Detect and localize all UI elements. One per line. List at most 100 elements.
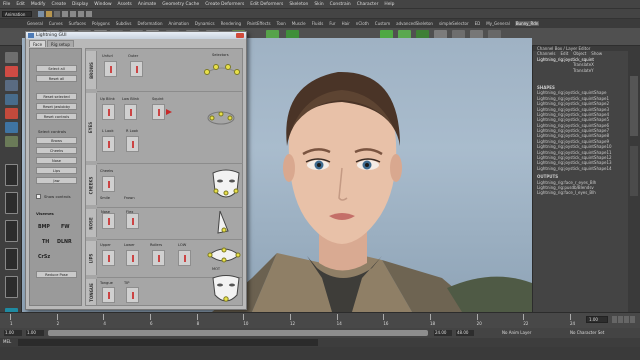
nose-selector[interactable] (212, 209, 234, 237)
menu-item[interactable]: File (3, 2, 10, 7)
menu-object[interactable]: Object (573, 51, 586, 56)
jaw-mask-selector[interactable] (210, 275, 242, 305)
snap-point-icon[interactable] (86, 11, 92, 17)
select-lips-button[interactable]: Lips (36, 167, 77, 174)
shelf-tab[interactable]: nCloth (355, 21, 370, 26)
low-slider[interactable] (178, 250, 191, 266)
menu-item[interactable]: Create (51, 2, 66, 7)
shelf-tab[interactable]: Dynamics (194, 21, 216, 26)
shelf-tab[interactable]: simpleSelector (438, 21, 470, 26)
channel-box-side-tab[interactable] (630, 76, 638, 136)
menu-item[interactable]: Assets (118, 2, 132, 7)
menu-item[interactable]: Animate (138, 2, 156, 7)
shelf-tab[interactable]: PaintEffects (246, 21, 272, 26)
start-time-field[interactable]: 1.00 (4, 330, 22, 336)
menu-item[interactable]: Modify (31, 2, 46, 7)
shelf-tab[interactable]: Rendering (220, 21, 242, 26)
shelf-tab[interactable]: My_General (485, 21, 511, 26)
reset-selected-button[interactable]: Reset selected (36, 93, 77, 100)
shelf-tab[interactable]: Fluids (311, 21, 325, 26)
menu-item[interactable]: Skeleton (289, 2, 308, 7)
menu-item[interactable]: Constrain (330, 2, 351, 7)
select-brows-button[interactable]: Brows (36, 137, 77, 144)
playback-start-field[interactable]: 1.00 (26, 330, 44, 336)
open-scene-icon[interactable] (46, 11, 52, 17)
select-nose-button[interactable]: Nose (36, 157, 77, 164)
range-bar[interactable] (48, 330, 428, 336)
layout-four-icon[interactable] (5, 192, 18, 214)
select-mode-icon[interactable] (62, 11, 68, 17)
cheeks-slider[interactable] (102, 176, 115, 192)
shape-item[interactable]: Lightning_rig:joystick_squintShape14 (533, 166, 628, 171)
eye-selector[interactable] (206, 107, 236, 129)
flex-slider[interactable] (126, 213, 139, 229)
viseme-fw[interactable]: FW (61, 225, 70, 230)
shelf-tab[interactable]: Bunny_Rdn (514, 21, 540, 26)
select-tool-icon[interactable] (5, 52, 18, 63)
viseme-crsz[interactable]: CrSz (38, 255, 50, 260)
lower-lip-slider[interactable] (126, 250, 139, 266)
menu-item[interactable]: Edit Deformers (250, 2, 283, 7)
up-blink-slider[interactable] (102, 104, 115, 120)
tab-rig-setup[interactable]: Rig setup (47, 40, 74, 47)
output-item[interactable]: Lightning_rig:face_l_eyes_Blh (533, 190, 628, 195)
tab-face[interactable]: Face (29, 40, 47, 47)
shelf-tab[interactable]: advancedSkeleton (395, 21, 434, 26)
select-jaw-button[interactable]: Jaw (36, 177, 77, 184)
viseme-bmp[interactable]: BMP (38, 225, 50, 230)
shelf-tab[interactable]: Subdivs (115, 21, 133, 26)
menu-item[interactable]: Window (94, 2, 111, 7)
scale-tool-icon[interactable] (5, 122, 18, 133)
rollers-slider[interactable] (152, 250, 165, 266)
snap-curve-icon[interactable] (78, 11, 84, 17)
window-close-icon[interactable] (236, 33, 244, 38)
attribute-editor-side-tab[interactable] (630, 146, 638, 196)
menu-item[interactable]: Display (72, 2, 88, 7)
reduce-pose-button[interactable]: Reduce Pose (36, 271, 77, 278)
shelf-tab[interactable]: Animation (168, 21, 190, 26)
menu-item[interactable]: Edit (16, 2, 25, 7)
lasso-tool-icon[interactable] (5, 66, 18, 77)
tip-slider[interactable] (126, 287, 139, 303)
r-look-slider[interactable] (126, 136, 139, 152)
gui-title-bar[interactable]: Lightning GUI (26, 32, 246, 39)
menu-channels[interactable]: Channels (537, 51, 556, 56)
menu-item[interactable]: Skin (314, 2, 323, 7)
menu-item[interactable]: Geometry Cache (162, 2, 199, 7)
upper-lip-slider[interactable] (102, 250, 115, 266)
shelf-tab[interactable]: Fur (328, 21, 336, 26)
squint-slider[interactable] (152, 104, 165, 120)
paint-select-icon[interactable] (5, 80, 18, 91)
layout-graph-icon[interactable] (5, 276, 18, 298)
shelf-tab[interactable]: Polygons (91, 21, 111, 26)
menu-show[interactable]: Show (591, 51, 602, 56)
menu-item[interactable]: Character (357, 2, 379, 7)
show-controls-checkbox[interactable] (36, 194, 41, 199)
anim-layer-dropdown[interactable]: No Anim Layer (502, 330, 531, 335)
shelf-tab[interactable]: Hair (341, 21, 351, 26)
tongue-slider[interactable] (102, 287, 115, 303)
mode-dropdown[interactable]: Animation (2, 11, 32, 17)
step-back-icon[interactable] (618, 316, 623, 323)
current-frame-field[interactable]: 1.00 (586, 316, 608, 323)
save-scene-icon[interactable] (54, 11, 60, 17)
shelf-tab[interactable]: Surfaces (68, 21, 87, 26)
shelf-tab[interactable]: ED (474, 21, 482, 26)
reset-controls-button[interactable]: Reset controls (36, 113, 77, 120)
snap-grid-icon[interactable] (70, 11, 76, 17)
character-set-dropdown[interactable]: No Character Set (570, 330, 604, 335)
layout-two-icon[interactable] (5, 220, 18, 242)
move-tool-icon[interactable] (5, 94, 18, 105)
manipulator-icon[interactable] (5, 136, 18, 147)
new-scene-icon[interactable] (38, 11, 44, 17)
viseme-th[interactable]: TH (42, 240, 49, 245)
reset-jawlobby-button[interactable]: Reset jawlobby (36, 103, 77, 110)
layout-outliner-icon[interactable] (5, 248, 18, 270)
viseme-dlnr[interactable]: DLNR (57, 240, 72, 245)
select-cheeks-button[interactable]: Cheeks (36, 147, 77, 154)
unfurl-slider[interactable] (104, 61, 117, 77)
shelf-tab[interactable]: Toon (276, 21, 287, 26)
shelf-tab[interactable]: Custom (374, 21, 391, 26)
play-icon[interactable] (624, 316, 629, 323)
menu-edit[interactable]: Edit (561, 51, 569, 56)
